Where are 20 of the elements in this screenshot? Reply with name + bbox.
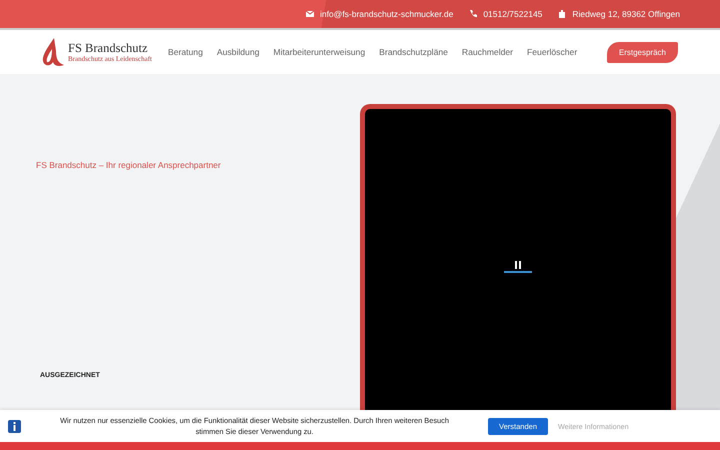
phone-icon — [469, 10, 478, 18]
hero-subtitle: FS Brandschutz – Ihr regionaler Ansprechpartner — [36, 160, 222, 170]
consultation-button[interactable]: Erstgespräch — [606, 42, 678, 62]
nav-link[interactable]: Rauchmelder — [462, 47, 514, 57]
address-text: Riedweg 12, 89362 Offingen — [572, 9, 680, 19]
pause-icon[interactable] — [515, 260, 521, 268]
nav-link[interactable]: Beratung — [168, 47, 203, 57]
nav-link[interactable]: Brandschutzpläne — [379, 47, 448, 57]
logo-title[interactable]: FS Brandschutz — [68, 42, 152, 54]
envelope-icon — [306, 10, 314, 18]
logo-icon — [40, 37, 66, 67]
info-icon — [8, 420, 21, 432]
progress-line — [504, 270, 532, 272]
building-icon — [558, 10, 566, 18]
phone-link[interactable]: 01512/7522145 — [483, 9, 542, 19]
video-player[interactable] — [360, 104, 676, 410]
email-link[interactable]: info@fs-brandschutz-schmucker.de — [320, 9, 454, 19]
nav-link[interactable]: Ausbildung — [216, 47, 260, 57]
nav-link[interactable]: Mitarbeiterunterweisung — [273, 47, 366, 57]
nav-link[interactable]: Feuerlöscher — [527, 47, 578, 57]
